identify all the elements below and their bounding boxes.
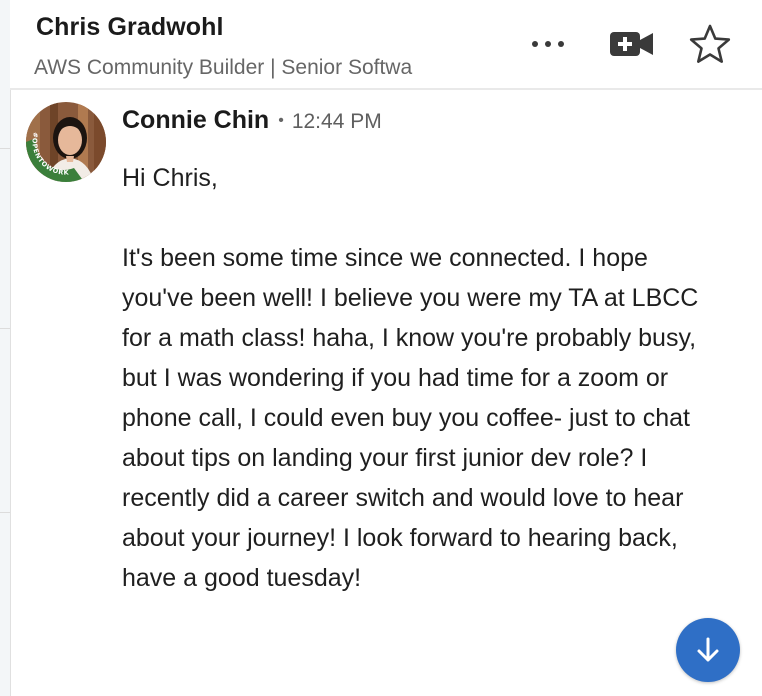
left-panel-divider (0, 328, 10, 329)
avatar[interactable]: #OPENTOWORK (26, 102, 106, 182)
message-timestamp: 12:44 PM (291, 110, 382, 133)
left-panel-divider (0, 512, 10, 513)
profile-photo: #OPENTOWORK (26, 102, 106, 182)
meta-separator: • (278, 112, 284, 129)
contact-headline: AWS Community Builder | Senior Softwa (34, 56, 413, 79)
contact-name[interactable]: Chris Gradwohl (36, 13, 224, 42)
conversation-header: Chris Gradwohl AWS Community Builder | S… (10, 0, 762, 89)
scroll-to-bottom-button[interactable] (676, 618, 740, 682)
star-icon (689, 24, 731, 63)
video-call-icon (610, 32, 653, 56)
message-item: #OPENTOWORK Connie Chin • 12:44 PM Hi Ch… (10, 90, 762, 696)
sender-name[interactable]: Connie Chin (122, 106, 269, 135)
left-panel-divider (0, 148, 10, 149)
arrow-down-icon (697, 637, 719, 662)
message-body: Hi Chris, It's been some time since we c… (122, 164, 699, 592)
more-dots-icon (532, 41, 564, 47)
star-conversation-button[interactable] (682, 20, 738, 68)
more-options-button[interactable] (518, 20, 578, 68)
message-meta: Connie Chin • 12:44 PM (122, 106, 382, 135)
video-call-button[interactable] (602, 20, 662, 68)
